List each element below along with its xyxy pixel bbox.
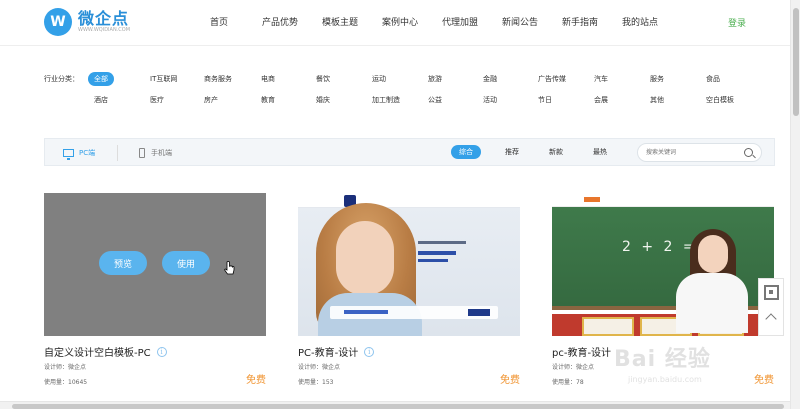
sort-hottest[interactable]: 最热	[593, 147, 607, 157]
template-title-text: PC-教育-设计	[298, 348, 359, 359]
template-thumbnail[interactable]	[298, 193, 520, 336]
vertical-scroll-thumb[interactable]	[793, 8, 799, 116]
mobile-tab[interactable]: 手机端	[139, 148, 172, 158]
pc-tab-label: PC端	[79, 149, 96, 157]
template-designer: 设计师：微企点	[552, 364, 595, 371]
filter-chip[interactable]: 公益	[428, 95, 442, 105]
pointer-cursor-icon	[224, 261, 235, 275]
sort-comprehensive[interactable]: 综合	[451, 145, 481, 159]
industry-filter: 行业分类： 全部 IT互联网 商务服务 电商 餐饮 运动 旅游 金融 广告传媒 …	[0, 60, 790, 122]
sort-newest[interactable]: 新款	[549, 147, 563, 157]
vertical-scrollbar[interactable]	[790, 0, 800, 409]
nav-advantages[interactable]: 产品优势	[262, 15, 322, 28]
filter-chip[interactable]: 酒店	[94, 95, 108, 105]
search-icon[interactable]	[744, 148, 753, 157]
nav-cases[interactable]: 案例中心	[382, 15, 442, 28]
nav-guide[interactable]: 新手指南	[562, 15, 622, 28]
filter-chip[interactable]: 会展	[594, 95, 608, 105]
pc-tab[interactable]: PC端	[63, 148, 96, 160]
search-input[interactable]	[646, 147, 736, 158]
watermark-text: Bai 经验	[614, 347, 711, 372]
filter-chip[interactable]: 节日	[538, 95, 552, 105]
template-designer: 设计师：微企点	[298, 364, 341, 371]
logo-url: WWW.WQIDIAN.COM	[78, 27, 131, 33]
filter-chip[interactable]: 广告传媒	[538, 74, 566, 84]
filter-chip[interactable]: IT互联网	[150, 74, 177, 84]
main-nav: 首页 产品优势 模板主题 案例中心 代理加盟 新闻公告 新手指南 我的站点	[210, 15, 682, 28]
side-tools	[758, 278, 784, 336]
top-header: W 微企点 WWW.WQIDIAN.COM 首页 产品优势 模板主题 案例中心 …	[0, 0, 790, 46]
filter-chip[interactable]: 房产	[204, 95, 218, 105]
template-price: 免费	[500, 375, 520, 386]
toolbar-divider	[117, 145, 118, 161]
nav-news[interactable]: 新闻公告	[502, 15, 562, 28]
nav-home[interactable]: 首页	[210, 15, 262, 28]
template-toolbar: PC端 手机端 综合 推荐 新款 最热	[44, 138, 775, 166]
qr-code-icon[interactable]	[764, 285, 779, 300]
logo-mark-icon: W	[44, 8, 72, 36]
filter-chip[interactable]: 运动	[372, 74, 386, 84]
logo-name: 微企点	[78, 9, 130, 28]
filter-chip[interactable]: 加工制造	[372, 95, 400, 105]
template-title[interactable]: PC-教育-设计 i	[298, 344, 375, 359]
search-box	[637, 143, 762, 162]
info-icon[interactable]: i	[156, 346, 167, 357]
template-usage: 使用量：10645	[44, 379, 88, 386]
nav-my-sites[interactable]: 我的站点	[622, 15, 682, 28]
filter-chip[interactable]: 电商	[261, 74, 275, 84]
phone-icon	[139, 148, 145, 158]
filter-chip[interactable]: 空白模板	[706, 95, 734, 105]
filter-chip[interactable]: 汽车	[594, 74, 608, 84]
login-link[interactable]: 登录	[728, 16, 746, 29]
mobile-tab-label: 手机端	[151, 149, 172, 157]
use-button[interactable]: 使用	[162, 251, 210, 275]
info-icon[interactable]: i	[364, 346, 375, 357]
filter-chip[interactable]: 食品	[706, 74, 720, 84]
filter-chip-all[interactable]: 全部	[88, 72, 114, 86]
site-logo[interactable]: W 微企点 WWW.WQIDIAN.COM	[44, 8, 130, 36]
thumbnail-logo-icon	[584, 197, 600, 202]
filter-chip[interactable]: 旅游	[428, 74, 442, 84]
template-title-text: 自定义设计空白模板-PC	[44, 348, 151, 359]
template-price: 免费	[246, 375, 266, 386]
filter-chip[interactable]: 服务	[650, 74, 664, 84]
filter-chip[interactable]: 其他	[650, 95, 664, 105]
filter-chip[interactable]: 活动	[483, 95, 497, 105]
sort-recommended[interactable]: 推荐	[505, 147, 519, 157]
watermark-url: jingyan.baidu.com	[628, 375, 702, 384]
filter-chip[interactable]: 商务服务	[204, 74, 232, 84]
back-to-top-icon[interactable]	[765, 313, 777, 325]
preview-button[interactable]: 预览	[99, 251, 147, 275]
nav-agent[interactable]: 代理加盟	[442, 15, 502, 28]
filter-label: 行业分类：	[44, 75, 79, 83]
template-title[interactable]: pc-教育-设计	[552, 344, 611, 359]
template-title-text: pc-教育-设计	[552, 348, 612, 359]
template-title[interactable]: 自定义设计空白模板-PC i	[44, 344, 167, 359]
template-thumbnail[interactable]: 2 + 2 = ?	[552, 193, 774, 336]
filter-chip[interactable]: 医疗	[150, 95, 164, 105]
horizontal-scrollbar[interactable]	[0, 401, 790, 409]
watermark: Bai 经验 jingyan.baidu.com	[614, 341, 711, 384]
filter-chip[interactable]: 教育	[261, 95, 275, 105]
template-designer: 设计师：微企点	[44, 364, 87, 371]
template-usage: 使用量：78	[552, 379, 584, 386]
template-price: 免费	[754, 375, 774, 386]
template-usage: 使用量：153	[298, 379, 334, 386]
filter-chip[interactable]: 金融	[483, 74, 497, 84]
monitor-icon	[63, 149, 74, 160]
filter-chip[interactable]: 婚庆	[316, 95, 330, 105]
filter-chip[interactable]: 餐饮	[316, 74, 330, 84]
nav-templates[interactable]: 模板主题	[322, 15, 382, 28]
horizontal-scroll-thumb[interactable]	[12, 404, 784, 409]
